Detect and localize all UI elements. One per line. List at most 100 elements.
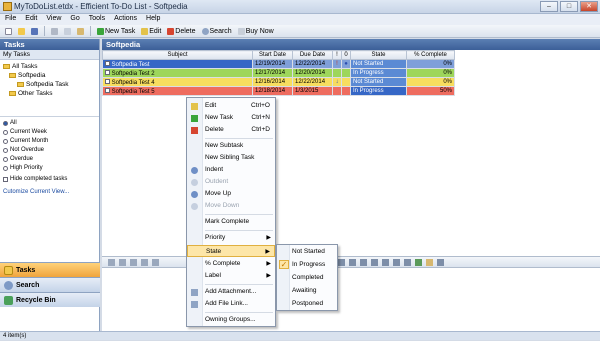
menu-item-pct-complete[interactable]: % Complete ▶ [187, 258, 275, 270]
align-right-icon[interactable] [360, 259, 367, 266]
bullets-icon[interactable] [371, 259, 378, 266]
col-due-date[interactable]: Due Date [292, 50, 333, 60]
filter-overdue[interactable]: Overdue [0, 155, 99, 164]
menu-go[interactable]: Go [65, 14, 83, 22]
search-button[interactable]: Search [200, 26, 234, 37]
col-pct-complete[interactable]: % Complete [406, 50, 455, 60]
filter-not-overdue[interactable]: Not Overdue [0, 146, 99, 155]
menu-actions[interactable]: Actions [109, 14, 141, 22]
menu-edit[interactable]: Edit [20, 14, 41, 22]
new-task-button[interactable]: New Task [95, 26, 137, 37]
open-file-button[interactable] [16, 26, 27, 37]
customize-view-link[interactable]: Cutomize Current View... [0, 189, 99, 195]
menu-item-state[interactable]: State ▶ [187, 245, 275, 257]
menu-item-label[interactable]: Label ▶ [187, 270, 275, 282]
copy-icon[interactable] [141, 259, 148, 266]
undo-icon[interactable] [108, 259, 115, 266]
tree-item-softpedia-task[interactable]: Softpedia Task [3, 80, 96, 89]
submenu-arrow-icon: ▶ [265, 249, 270, 255]
menu-file[interactable]: File [0, 14, 20, 22]
task-subject: Softpedia Test [111, 61, 150, 68]
maximize-button[interactable]: □ [560, 1, 578, 12]
menu-item-new-subtask[interactable]: New Subtask [187, 140, 275, 152]
menu-item-mark-complete[interactable]: Mark Complete [187, 216, 275, 228]
menu-help[interactable]: Help [141, 14, 164, 22]
menu-item-new-task[interactable]: New Task Ctrl+N [187, 112, 275, 124]
col-attachment[interactable]: 0 [341, 50, 351, 60]
filter-current-week[interactable]: Current Week [0, 128, 99, 137]
filter-all[interactable]: All [0, 119, 99, 128]
indent-icon [191, 167, 198, 174]
link-icon [191, 301, 198, 308]
copy-icon [64, 27, 71, 35]
menu-item-indent[interactable]: Indent [187, 164, 275, 176]
state-awaiting[interactable]: Awaiting [277, 284, 337, 297]
task-pct: 0% [406, 59, 455, 69]
table-row[interactable]: Softpedia Test 12/19/2014 12/22/2014 ! ●… [102, 59, 455, 69]
task-subject: Softpedia Test 2 [111, 70, 155, 77]
align-center-icon[interactable] [349, 259, 356, 266]
paste-icon[interactable] [152, 259, 159, 266]
task-priority: ! [332, 59, 342, 69]
notes-editor[interactable] [102, 268, 600, 331]
tree-item-softpedia[interactable]: Softpedia [3, 71, 96, 80]
filter-high-priority[interactable]: High Priority [0, 164, 99, 173]
menu-item-move-up[interactable]: Move Up [187, 188, 275, 200]
numbering-icon[interactable] [382, 259, 389, 266]
tree-item-other-tasks[interactable]: Other Tasks [3, 89, 96, 98]
insert-link-icon[interactable] [426, 259, 433, 266]
save-button[interactable] [29, 26, 40, 37]
table-row[interactable]: Softpedia Test 5 12/18/2014 1/3/2015 In … [102, 86, 455, 96]
menu-item-add-file-link[interactable]: Add File Link... [187, 298, 275, 310]
buy-now-button[interactable]: Buy Now [236, 26, 276, 37]
table-row[interactable]: Softpedia Test 2 12/17/2014 12/20/2014 I… [102, 68, 455, 78]
cut-icon[interactable] [130, 259, 137, 266]
task-checkbox[interactable] [105, 78, 110, 84]
task-checkbox[interactable] [105, 60, 110, 66]
state-completed[interactable]: Completed [277, 271, 337, 284]
menu-item-new-sibling-task[interactable]: New Sibling Task [187, 152, 275, 164]
col-start-date[interactable]: Start Date [252, 50, 293, 60]
menu-item-edit[interactable]: Edit Ctrl+O [187, 100, 275, 112]
nav-tasks-button[interactable]: Tasks [0, 262, 100, 277]
indent-icon[interactable] [393, 259, 400, 266]
menu-item-move-down[interactable]: Move Down [187, 200, 275, 212]
menu-item-delete[interactable]: Delete Ctrl+D [187, 124, 275, 136]
menu-item-priority[interactable]: Priority ▶ [187, 232, 275, 244]
state-postponed[interactable]: Postponed [277, 297, 337, 310]
menu-tools[interactable]: Tools [84, 14, 109, 22]
menu-item-owning-groups[interactable]: Owning Groups... [187, 314, 275, 326]
edit-button[interactable]: Edit [139, 26, 163, 37]
col-subject[interactable]: Subject [102, 50, 253, 60]
nav-recycle-bin-button[interactable]: Recycle Bin [0, 292, 100, 307]
minimize-button[interactable]: – [540, 1, 558, 12]
close-button[interactable]: ✕ [580, 1, 598, 12]
table-row[interactable]: Softpedia Test 4 12/16/2014 12/22/2014 ↓… [102, 77, 455, 87]
task-attachment [341, 86, 351, 96]
paste-button[interactable] [75, 26, 86, 37]
arrow-up-icon [191, 191, 198, 198]
outdent-icon[interactable] [404, 259, 411, 266]
menu-item-outdent[interactable]: Outdent [187, 176, 275, 188]
new-file-button[interactable] [3, 26, 14, 37]
menu-view[interactable]: View [41, 14, 65, 22]
redo-icon[interactable] [119, 259, 126, 266]
state-in-progress[interactable]: ✓ In Progress [277, 258, 337, 271]
copy-button[interactable] [62, 26, 73, 37]
col-priority[interactable]: ! [332, 50, 342, 60]
spellcheck-icon[interactable] [437, 259, 444, 266]
task-checkbox[interactable] [105, 69, 110, 75]
state-not-started[interactable]: Not Started [277, 245, 337, 258]
filter-current-month[interactable]: Current Month [0, 137, 99, 146]
hide-completed-checkbox[interactable]: Hide completed tasks [0, 175, 99, 184]
tree-item-all-tasks[interactable]: All Tasks [3, 62, 96, 71]
nav-search-button[interactable]: Search [0, 277, 100, 292]
menu-item-add-attachment[interactable]: Add Attachment... [187, 286, 275, 298]
task-start-date: 12/17/2014 [252, 68, 293, 78]
cut-button[interactable] [49, 26, 60, 37]
delete-button[interactable]: Delete [165, 26, 197, 37]
task-checkbox[interactable] [105, 87, 110, 93]
align-left-icon[interactable] [338, 259, 345, 266]
col-state[interactable]: State [350, 50, 407, 60]
insert-image-icon[interactable] [415, 259, 422, 266]
